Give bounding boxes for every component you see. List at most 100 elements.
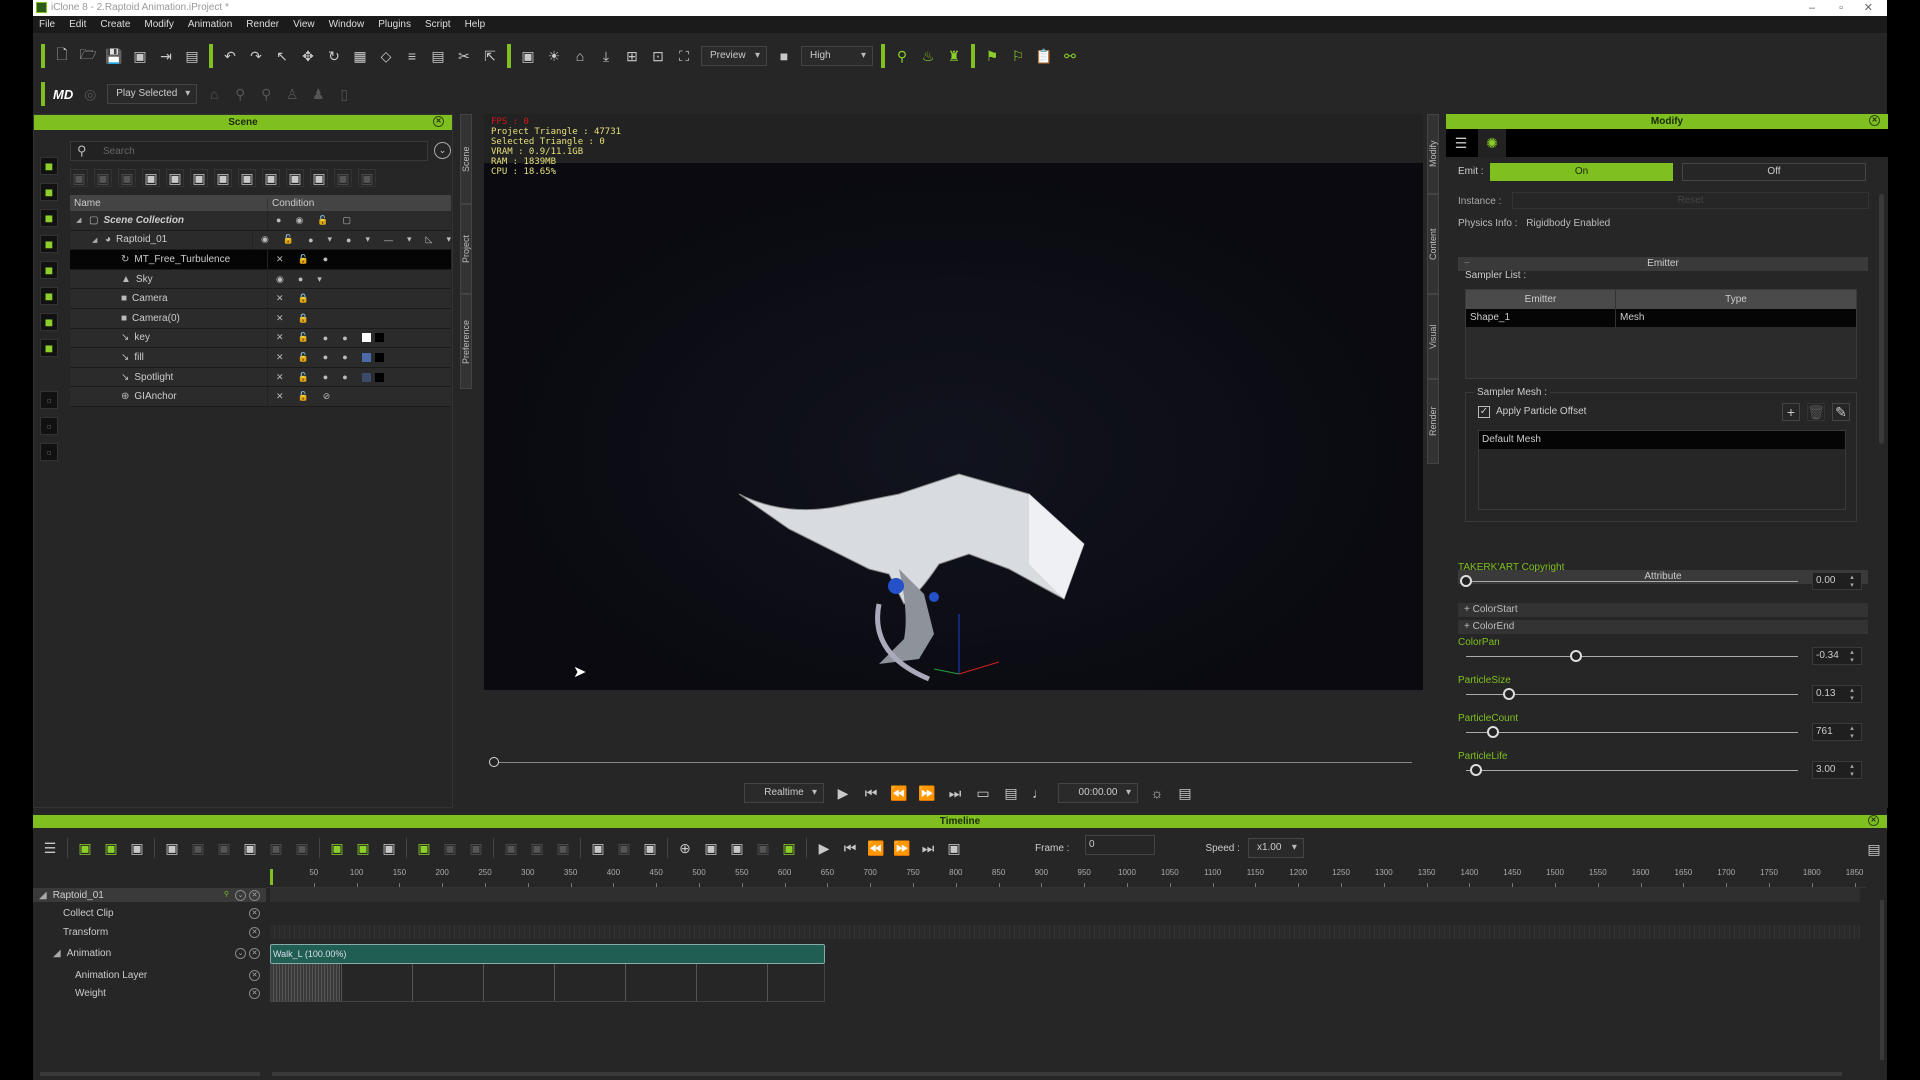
condition-toggle-icon[interactable]: 🔓	[298, 332, 309, 343]
track-animation-layer[interactable]: Animation Layer✕	[33, 968, 266, 982]
rotate-icon[interactable]: ↻	[325, 47, 343, 65]
condition-toggle-icon[interactable]: ◉	[261, 234, 269, 245]
physics-icon[interactable]: ⚲	[893, 47, 911, 65]
menu-plugins[interactable]: Plugins	[378, 16, 411, 33]
insert-icon[interactable]: ▣	[589, 839, 607, 857]
side-tab-visual[interactable]: Visual	[1427, 294, 1439, 379]
scene-tool-icon[interactable]: ▣	[70, 169, 88, 187]
search-input[interactable]: ⚲ Search	[70, 141, 428, 161]
condition-toggle-icon[interactable]: 🔓	[317, 215, 328, 226]
misc-filter-icon[interactable]: ▫	[40, 443, 58, 461]
menu-edit[interactable]: Edit	[69, 16, 86, 33]
first-frame-icon[interactable]: ⏮	[862, 784, 880, 802]
settings-icon[interactable]: ▣	[128, 839, 146, 857]
audio-icon[interactable]: ♩	[1030, 784, 1048, 802]
undo-icon[interactable]: ↶	[221, 47, 239, 65]
attribute-slider[interactable]: -0.34	[1458, 648, 1868, 664]
retarget-icon[interactable]: ▣	[241, 839, 259, 857]
md-tool-icon[interactable]: ⚲	[257, 85, 275, 103]
menu-script[interactable]: Script	[425, 16, 451, 33]
layout-icon[interactable]: ▤	[1176, 784, 1194, 802]
range-icon[interactable]: ▣	[380, 839, 398, 857]
condition-toggle-icon[interactable]: 🔒	[298, 293, 309, 304]
disabled-tool-icon[interactable]: ▣	[467, 839, 485, 857]
key-tool-icon[interactable]: ▣	[415, 839, 433, 857]
condition-toggle-icon[interactable]: 🔒	[298, 313, 309, 324]
condition-toggle-icon[interactable]: ✕	[276, 254, 284, 265]
particle-fx-icon[interactable]: ✺	[1478, 129, 1506, 157]
prop-filter-icon[interactable]: ■	[40, 183, 58, 201]
track-list-icon[interactable]: ☰	[41, 839, 59, 857]
raptoid-model[interactable]	[729, 354, 1109, 684]
play-icon[interactable]: ▶	[834, 784, 852, 802]
clip-icon[interactable]: ▣	[354, 839, 372, 857]
drop-icon[interactable]: ⤓	[597, 47, 615, 65]
md-tool-icon[interactable]: ♟	[309, 85, 327, 103]
last-frame-icon[interactable]: ⏭	[919, 839, 937, 857]
scene-tool-icon[interactable]: ▣	[142, 169, 160, 187]
instance-reset-button[interactable]: Reset	[1512, 192, 1869, 209]
attribute-value-input[interactable]: 0.13	[1812, 685, 1862, 703]
spring-icon[interactable]: ♨	[919, 47, 937, 65]
slider-knob[interactable]	[1503, 688, 1515, 700]
light-color-swatch[interactable]	[362, 353, 371, 362]
motion-director-logo[interactable]: MD	[53, 87, 73, 102]
slider-track[interactable]	[1466, 694, 1798, 695]
time-slider[interactable]	[494, 762, 1412, 763]
condition-toggle-icon[interactable]: ◺	[426, 234, 433, 245]
scene-tool-icon[interactable]: ▣	[334, 169, 352, 187]
scene-tool-icon[interactable]: ▣	[118, 169, 136, 187]
menu-create[interactable]: Create	[100, 16, 130, 33]
animation-clip[interactable]: Walk_L (100.00%)	[270, 944, 825, 964]
pick-mesh-icon[interactable]: ✎	[1832, 403, 1850, 421]
attribute-slider[interactable]: 0.13	[1458, 686, 1868, 702]
close-button[interactable]: ✕	[1864, 0, 1873, 16]
sampler-row[interactable]: Shape_1 Mesh	[1466, 309, 1856, 327]
group-filter-icon[interactable]: ▫	[40, 391, 58, 409]
panel-close-icon[interactable]: ✕	[1868, 815, 1879, 826]
condition-toggle-icon[interactable]: ●	[342, 352, 347, 362]
slider-knob[interactable]	[1487, 726, 1499, 738]
disabled-tool-icon[interactable]: ▣	[293, 839, 311, 857]
settings-icon[interactable]: ☼	[1148, 784, 1166, 802]
condition-toggle-icon[interactable]: 🔓	[298, 391, 309, 402]
mesh-list-item[interactable]: Default Mesh	[1479, 431, 1845, 449]
attribute-value-input[interactable]: 3.00	[1812, 761, 1862, 779]
timeline-h-scrollbar[interactable]	[272, 1072, 1842, 1076]
condition-toggle-icon[interactable]: ✕	[276, 352, 284, 363]
tree-filter-icon[interactable]: ■	[40, 235, 58, 253]
terrain-filter-icon[interactable]: ■	[40, 209, 58, 227]
slider-knob[interactable]	[1570, 650, 1582, 662]
attribute-value-input[interactable]: 761	[1812, 723, 1862, 741]
scene-tree-item[interactable]: ■Camera✕🔒	[70, 289, 451, 309]
scene-tool-icon[interactable]: ▣	[94, 169, 112, 187]
pick-parent-icon[interactable]: ⇱	[481, 47, 499, 65]
condition-toggle-icon[interactable]: ▾	[446, 234, 451, 245]
select-filter-icon[interactable]: ▫	[40, 417, 58, 435]
expand-arrow-icon[interactable]: ◢	[92, 236, 100, 244]
play-icon[interactable]: ▶	[815, 839, 833, 857]
slider-knob[interactable]	[1470, 764, 1482, 776]
motion-director-icon[interactable]: ⚑	[983, 47, 1001, 65]
menu-file[interactable]: File	[39, 16, 55, 33]
timeline-ruler[interactable]: 5010015020025030035040045050055060065070…	[266, 866, 1866, 888]
attribute-slider[interactable]: 761	[1458, 724, 1868, 740]
condition-toggle-icon[interactable]: ●	[323, 352, 328, 362]
disabled-tool-icon[interactable]: ▣	[441, 839, 459, 857]
export-clip-icon[interactable]: ▣	[780, 839, 798, 857]
scene-tool-icon[interactable]: ▣	[262, 169, 280, 187]
emit-on-button[interactable]: On	[1490, 163, 1673, 181]
first-frame-icon[interactable]: ⏮	[841, 839, 859, 857]
condition-toggle-icon[interactable]: ▾	[365, 234, 370, 245]
viewport-icon[interactable]: ▣	[519, 47, 537, 65]
redo-icon[interactable]: ↷	[247, 47, 265, 65]
md-tool-icon[interactable]: ▯	[335, 85, 353, 103]
condition-toggle-icon[interactable]: ◉	[276, 274, 284, 285]
playhead[interactable]	[270, 869, 273, 885]
transform-keys-lane[interactable]	[270, 925, 1860, 939]
scene-tool-icon[interactable]: ▣	[214, 169, 232, 187]
disabled-tool-icon[interactable]: ▣	[528, 839, 546, 857]
clipboard-icon[interactable]: 📋	[1035, 47, 1053, 65]
condition-toggle-icon[interactable]: ✕	[276, 313, 284, 324]
sliders-icon[interactable]: ☰	[1452, 134, 1470, 152]
